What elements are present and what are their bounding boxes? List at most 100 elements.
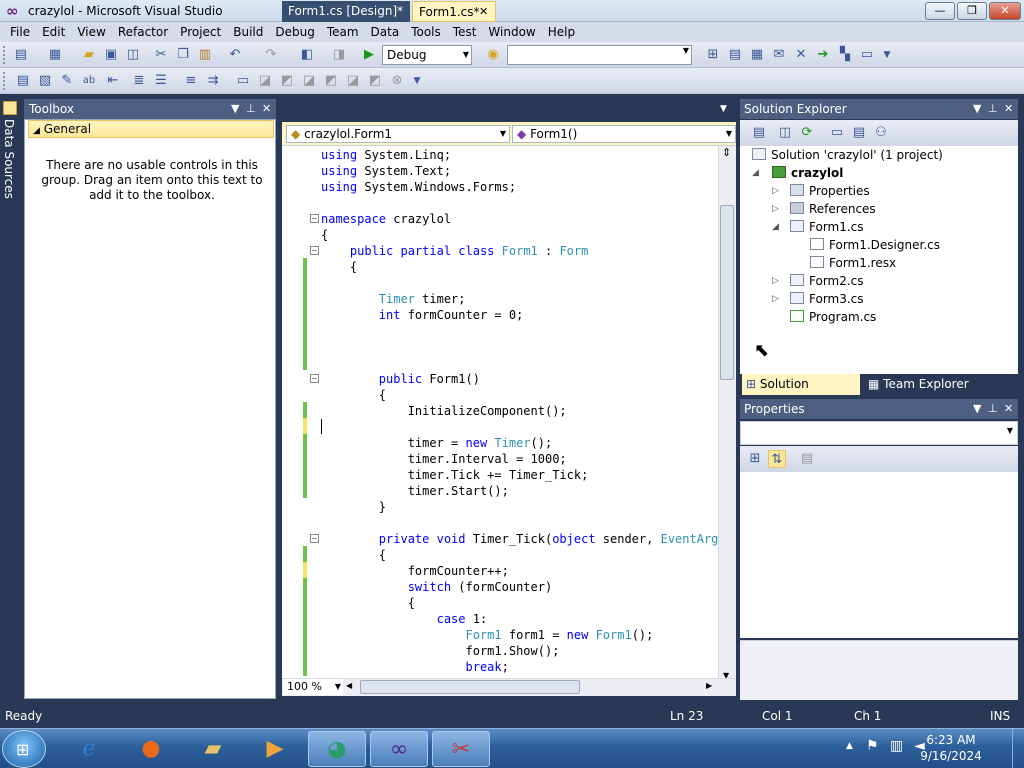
menu-data[interactable]: Data xyxy=(365,22,406,42)
window-position-icon[interactable]: ▼ xyxy=(973,99,981,119)
close-button[interactable]: ✕ xyxy=(989,2,1021,20)
find-combo-box[interactable]: ▼ xyxy=(507,45,692,65)
copy-icon[interactable]: ❐ xyxy=(174,46,192,64)
solution-explorer-icon[interactable]: ⊞ xyxy=(704,46,722,64)
scroll-right-icon[interactable]: ▶ xyxy=(706,681,712,690)
toolbar-grip[interactable] xyxy=(3,72,7,90)
snipping-tool-icon[interactable]: ✂ xyxy=(432,731,490,767)
object-browser-icon[interactable]: ▦ xyxy=(748,46,766,64)
tab-overflow-icon[interactable]: ▼ xyxy=(720,104,727,114)
tree-item-form1-cs[interactable]: Form1.cs xyxy=(790,218,864,236)
scroll-left-icon[interactable]: ◀ xyxy=(346,681,352,690)
firefox-icon[interactable]: ● xyxy=(122,731,180,767)
uncomment-icon[interactable]: ≡ xyxy=(182,72,200,90)
menu-refactor[interactable]: Refactor xyxy=(112,22,174,42)
chevron-down-icon[interactable]: ▼ xyxy=(408,72,426,90)
collapse-arrow-icon[interactable]: ◢ xyxy=(772,222,779,232)
show-all-files-icon[interactable]: ◫ xyxy=(776,124,794,142)
show-hidden-icons-icon[interactable]: ▲ xyxy=(846,741,853,751)
view-designer-icon[interactable]: ▤ xyxy=(850,124,868,142)
property-pages-icon[interactable]: ▤ xyxy=(798,450,816,468)
tools-icon[interactable]: ✕ xyxy=(792,46,810,64)
quick-info-icon[interactable]: ✎ xyxy=(58,72,76,90)
display-object-member-list-icon[interactable]: ▤ xyxy=(14,72,32,90)
next-bookmark-icon[interactable]: ◩ xyxy=(278,72,296,90)
menu-debug[interactable]: Debug xyxy=(269,22,320,42)
previous-bookmark-icon[interactable]: ◪ xyxy=(256,72,274,90)
menu-build[interactable]: Build xyxy=(227,22,269,42)
solution-configuration-dropdown[interactable]: Debug ▼ xyxy=(382,45,472,65)
view-class-diagram-icon[interactable]: ⚇ xyxy=(872,124,890,142)
toolbox-icon[interactable]: ✉ xyxy=(770,46,788,64)
collapse-outline-icon[interactable]: − xyxy=(310,534,319,543)
expand-arrow-icon[interactable]: ▷ xyxy=(772,294,779,304)
properties-icon[interactable]: ▤ xyxy=(750,124,768,142)
tab-form1-code[interactable]: Form1.cs* ✕ xyxy=(412,1,496,22)
pin-icon[interactable]: ⊥ xyxy=(246,99,256,119)
zoom-dropdown[interactable]: 100 % ▼ xyxy=(283,679,343,695)
expand-arrow-icon[interactable]: ▷ xyxy=(772,186,779,196)
menu-team[interactable]: Team xyxy=(321,22,365,42)
redo-icon[interactable]: ↷ xyxy=(262,46,280,64)
pin-icon[interactable]: ⊥ xyxy=(988,399,998,419)
menu-test[interactable]: Test xyxy=(447,22,483,42)
next-bookmark-folder-icon[interactable]: ◩ xyxy=(322,72,340,90)
type-dropdown[interactable]: ◆ crazylol.Form1 ▼ xyxy=(286,125,510,143)
expand-arrow-icon[interactable]: ▷ xyxy=(772,204,779,214)
view-code-icon[interactable]: ▭ xyxy=(828,124,846,142)
outdent-icon[interactable]: ⇤ xyxy=(104,72,122,90)
find-in-files-icon[interactable]: ◉ xyxy=(484,46,502,64)
data-sources-tab[interactable]: Data Sources xyxy=(2,119,16,199)
menu-project[interactable]: Project xyxy=(174,22,227,42)
toolbar-grip[interactable] xyxy=(3,46,7,64)
tree-item-properties[interactable]: Properties xyxy=(790,182,870,200)
expand-arrow-icon[interactable]: ▷ xyxy=(772,276,779,286)
pin-icon[interactable]: ⊥ xyxy=(988,99,998,119)
navigate-forward-icon[interactable]: ◨ xyxy=(330,46,348,64)
alphabetical-icon[interactable]: ⇅ xyxy=(768,450,786,468)
file-explorer-icon[interactable]: ▰ xyxy=(184,731,242,767)
navigate-backward-icon[interactable]: ◧ xyxy=(298,46,316,64)
tree-item-project[interactable]: crazylol xyxy=(772,164,843,182)
new-project-icon[interactable]: ▤ xyxy=(12,46,30,64)
menu-tools[interactable]: Tools xyxy=(405,22,447,42)
menu-window[interactable]: Window xyxy=(482,22,541,42)
menu-help[interactable]: Help xyxy=(542,22,581,42)
collapse-outline-icon[interactable]: − xyxy=(310,374,319,383)
network-icon[interactable]: ▥ xyxy=(890,738,903,754)
horizontal-scroll-thumb[interactable] xyxy=(360,680,580,694)
vertical-scroll-thumb[interactable] xyxy=(720,205,734,380)
tab-team-explorer[interactable]: ▦ Team Explorer xyxy=(864,374,994,395)
command-window-icon[interactable]: ▭ xyxy=(858,46,876,64)
prev-bookmark-document-icon[interactable]: ◪ xyxy=(344,72,362,90)
media-player-icon[interactable]: ▶ xyxy=(246,731,304,767)
collapse-outline-icon[interactable]: − xyxy=(310,214,319,223)
system-clock[interactable]: 6:23 AM 9/16/2024 xyxy=(916,732,986,764)
cut-icon[interactable]: ✂ xyxy=(152,46,170,64)
next-bookmark-document-icon[interactable]: ◩ xyxy=(366,72,384,90)
tree-item-form1-resx[interactable]: Form1.resx xyxy=(810,254,896,272)
chevron-down-icon[interactable]: ▼ xyxy=(878,46,896,64)
minimize-button[interactable]: — xyxy=(925,2,955,20)
toolbox-group-general[interactable]: ◢ General xyxy=(28,120,274,138)
open-file-icon[interactable]: ▰ xyxy=(80,46,98,64)
word-completion-icon[interactable]: ab xyxy=(80,72,98,90)
parameter-info-icon[interactable]: ▧ xyxy=(36,72,54,90)
screen-recorder-icon[interactable]: ◕ xyxy=(308,731,366,767)
collapse-arrow-icon[interactable]: ◢ xyxy=(752,168,759,178)
comment-out-icon[interactable]: ☰ xyxy=(152,72,170,90)
tree-item-references[interactable]: References xyxy=(790,200,876,218)
tab-solution-explorer[interactable]: ⊞ Solution Explorer xyxy=(742,374,860,411)
properties-window-icon[interactable]: ▤ xyxy=(726,46,744,64)
add-item-icon[interactable]: ▦ xyxy=(46,46,64,64)
extension-manager-icon[interactable]: ▚ xyxy=(836,46,854,64)
visual-studio-taskbar-icon[interactable]: ∞ xyxy=(370,731,428,767)
toolbox-tab-icon[interactable] xyxy=(3,101,17,115)
start-debugging-icon[interactable]: ▶ xyxy=(360,46,378,64)
menu-file[interactable]: File xyxy=(4,22,36,42)
toolbox-panel[interactable] xyxy=(24,119,276,699)
split-icon[interactable]: ⇕ xyxy=(722,146,731,159)
paste-icon[interactable]: ▥ xyxy=(196,46,214,64)
clear-bookmarks-icon[interactable]: ⊗ xyxy=(388,72,406,90)
toggle-bookmark-icon[interactable]: ⇉ xyxy=(204,72,222,90)
